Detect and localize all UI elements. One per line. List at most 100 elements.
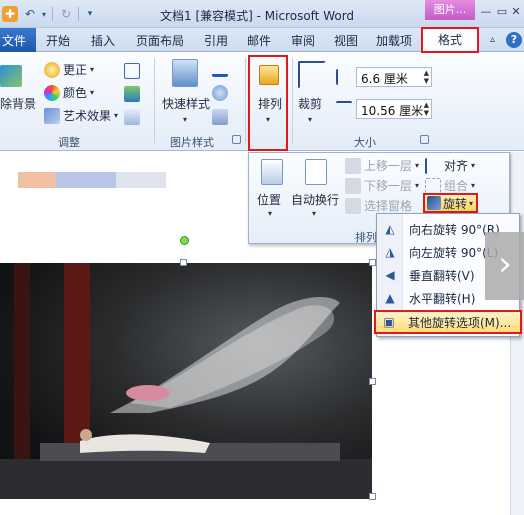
rotation-handle[interactable] <box>180 236 189 245</box>
resize-handle[interactable] <box>369 259 376 266</box>
picture-border-icon[interactable] <box>212 61 228 77</box>
tab-review[interactable]: 审阅 <box>291 32 315 49</box>
height-field[interactable]: 6.6 厘米 ▲ ▼ <box>356 67 432 87</box>
artistic-effects-icon <box>44 107 60 124</box>
bring-forward-button[interactable]: 上移一层 ▾ <box>345 157 419 174</box>
compress-pictures-icon[interactable] <box>124 63 140 79</box>
wrap-text-label[interactable]: 自动换行 <box>291 191 339 208</box>
color-button[interactable]: 颜色 ▾ <box>44 84 94 101</box>
selection-pane-button[interactable]: 选择窗格 <box>345 197 412 214</box>
width-icon <box>336 101 352 117</box>
group-icon <box>425 177 441 194</box>
blurred-segment <box>116 172 166 188</box>
close-button[interactable]: ✕ <box>508 4 524 20</box>
picture-layout-icon[interactable] <box>212 109 228 125</box>
chevron-down-icon: ▾ <box>114 111 119 120</box>
tab-file[interactable]: 文件 <box>0 28 36 52</box>
height-value: 6.6 厘米 <box>361 72 408 86</box>
chevron-down-icon: ▾ <box>415 181 420 190</box>
width-value: 10.56 厘米 <box>361 104 424 118</box>
tab-insert[interactable]: 插入 <box>91 32 115 49</box>
photo-illustration <box>0 263 372 499</box>
chevron-down-icon: ▾ <box>415 161 420 170</box>
dialog-launcher-icon[interactable] <box>232 135 241 144</box>
chevron-down-icon: ▾ <box>469 198 474 208</box>
more-rotation-options-item[interactable]: ▣ 其他旋转选项(M)... <box>374 310 522 334</box>
quick-styles-label[interactable]: 快速样式 <box>162 95 210 112</box>
resize-handle[interactable] <box>369 378 376 385</box>
rotate-right-icon: ◭ <box>385 222 395 236</box>
rotate-icon <box>427 196 441 210</box>
tab-page-layout[interactable]: 页面布局 <box>136 32 184 49</box>
rotate-button[interactable]: 旋转 ▾ <box>423 193 478 213</box>
align-label: 对齐 <box>444 159 469 173</box>
height-icon <box>336 69 352 85</box>
stone-floor <box>0 459 372 499</box>
toolbar-separator <box>52 7 53 21</box>
crop-icon[interactable] <box>298 61 326 89</box>
width-field[interactable]: 10.56 厘米 ▲ ▼ <box>356 99 432 119</box>
remove-background-label[interactable]: 除背景 <box>0 95 36 112</box>
rotate-left-90-label: 向左旋转 90°(L) <box>409 245 499 260</box>
tab-home[interactable]: 开始 <box>46 32 70 49</box>
tab-view[interactable]: 视图 <box>334 32 358 49</box>
picture-styles-group-label: 图片样式 <box>170 136 214 149</box>
artistic-effects-button[interactable]: 艺术效果 ▾ <box>44 107 118 124</box>
send-backward-label: 下移一层 <box>364 179 413 193</box>
bring-forward-label: 上移一层 <box>364 159 413 173</box>
quick-styles-icon[interactable] <box>172 59 198 87</box>
chevron-down-icon: ▾ <box>471 161 476 170</box>
redo-icon[interactable]: ↻ <box>58 6 74 22</box>
tab-references[interactable]: 引用 <box>204 32 228 49</box>
tab-addins[interactable]: 加载项 <box>376 32 412 49</box>
collapse-ribbon-icon[interactable]: ▵ <box>490 34 495 45</box>
resize-handle[interactable] <box>180 259 187 266</box>
next-slide-arrow-icon[interactable]: › <box>485 232 524 300</box>
change-picture-icon[interactable] <box>124 86 140 102</box>
position-icon[interactable] <box>261 159 283 185</box>
tab-mailings[interactable]: 邮件 <box>247 32 271 49</box>
resize-handle[interactable] <box>369 493 376 500</box>
lying-woman-head <box>80 429 92 441</box>
more-rotation-options-icon: ▣ <box>383 315 395 329</box>
chevron-down-icon[interactable]: ▾ <box>183 115 187 124</box>
minimize-button[interactable]: — <box>478 4 494 20</box>
group-button[interactable]: 组合 ▾ <box>425 177 475 194</box>
position-label[interactable]: 位置 <box>257 191 281 208</box>
corrections-button[interactable]: 更正 ▾ <box>44 61 94 78</box>
lying-woman <box>80 434 210 453</box>
align-icon <box>425 157 441 174</box>
selection-pane-label: 选择窗格 <box>364 199 413 213</box>
document-image[interactable] <box>0 263 372 499</box>
spinner-arrows-icon[interactable]: ▲ ▼ <box>424 69 429 85</box>
customize-toolbar-icon[interactable]: ▾ <box>82 6 98 22</box>
picture-tools-context-tab: 图片... <box>425 0 475 20</box>
chevron-down-icon[interactable]: ▾ <box>308 115 312 124</box>
remove-background-icon[interactable] <box>0 65 22 87</box>
selection-pane-icon <box>345 197 361 214</box>
group-separator <box>154 58 155 144</box>
chevron-down-icon[interactable]: ▾ <box>312 209 316 218</box>
size-group-label: 大小 <box>354 136 376 149</box>
picture-effects-icon[interactable] <box>212 85 228 101</box>
chevron-down-icon[interactable]: ▾ <box>268 209 272 218</box>
more-rotation-options-label: 其他旋转选项(M)... <box>408 315 512 330</box>
save-icon[interactable]: ✚ <box>2 6 18 22</box>
align-button[interactable]: 对齐 ▾ <box>425 157 475 174</box>
tab-format[interactable]: 格式 <box>421 27 479 53</box>
help-icon[interactable]: ? <box>506 32 522 48</box>
spinner-arrows-icon[interactable]: ▲ ▼ <box>424 101 429 117</box>
wrap-text-icon[interactable] <box>305 159 327 185</box>
rotate-label: 旋转 <box>443 196 468 211</box>
corrections-icon <box>44 61 60 78</box>
blurred-segment <box>18 172 56 188</box>
reset-picture-icon[interactable] <box>124 109 140 125</box>
send-backward-button[interactable]: 下移一层 ▾ <box>345 177 419 194</box>
group-separator <box>245 58 246 144</box>
chevron-down-icon[interactable]: ▾ <box>36 6 52 22</box>
adjust-group-label: 调整 <box>58 136 80 149</box>
color-icon <box>44 84 60 101</box>
crop-label[interactable]: 裁剪 <box>298 95 322 112</box>
chevron-down-icon: ▾ <box>90 65 95 74</box>
dialog-launcher-icon[interactable] <box>420 135 429 144</box>
